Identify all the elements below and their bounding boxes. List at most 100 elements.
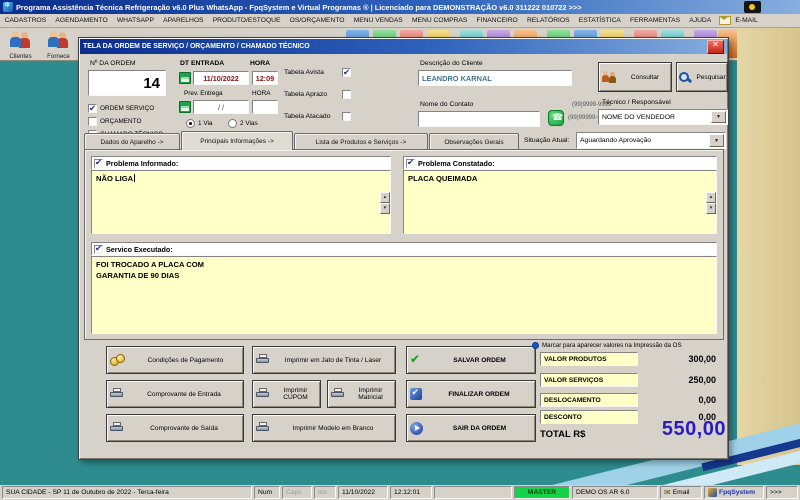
chevron-down-icon[interactable]: ▼ bbox=[711, 111, 726, 123]
menu-bar: CADASTROS AGENDAMENTO WHATSAPP APARELHOS… bbox=[0, 14, 800, 28]
valor-servicos-text: VALOR SERVIÇOS bbox=[544, 377, 603, 384]
menu-estatistica[interactable]: ESTATÍSTICA bbox=[574, 17, 625, 24]
comprovante-entrada-button[interactable]: Comprovante de Entrada bbox=[106, 380, 244, 408]
pesquisar-button[interactable]: Pesquisar bbox=[676, 62, 728, 92]
menu-agendamento[interactable]: AGENDAMENTO bbox=[51, 17, 112, 24]
prev-entrega-field[interactable]: / / bbox=[193, 100, 249, 114]
check-icon bbox=[410, 354, 423, 367]
envelope-icon: ✉ bbox=[664, 488, 671, 497]
menu-financeiro[interactable]: FINANCEIRO bbox=[472, 17, 522, 24]
hora-entrada-field[interactable]: 12:09 bbox=[252, 71, 278, 85]
tab-observacoes[interactable]: Observações Gerais bbox=[429, 133, 519, 150]
chevron-down-icon[interactable]: ▼ bbox=[709, 134, 724, 147]
status-email[interactable]: ✉Email bbox=[660, 486, 702, 499]
prev-entrega-value: / / bbox=[218, 103, 224, 112]
prev-hora-field[interactable] bbox=[252, 100, 278, 114]
problema-constatado-checkbox[interactable] bbox=[406, 159, 415, 168]
calendar-icon[interactable] bbox=[179, 72, 191, 84]
textarea-scrollbar[interactable]: ▲▼ bbox=[706, 192, 716, 214]
via1-radio[interactable] bbox=[186, 119, 195, 128]
status-more[interactable]: >>> bbox=[766, 486, 798, 499]
tab-dados-aparelho[interactable]: Dados do Aparelho -> bbox=[84, 133, 180, 150]
cliente-input[interactable]: LEANDRO KARNAL bbox=[418, 70, 572, 86]
via2-radio[interactable] bbox=[228, 119, 237, 128]
menu-produto-estoque[interactable]: PRODUTO/ESTOQUE bbox=[208, 17, 285, 24]
imprimir-cupom-button[interactable]: Imprimir CUPOM bbox=[252, 380, 321, 408]
scroll-up-icon[interactable]: ▲ bbox=[380, 192, 390, 203]
menu-menu-vendas[interactable]: MENU VENDAS bbox=[349, 17, 407, 24]
tray-icon[interactable] bbox=[744, 1, 761, 13]
tabela-atacado-checkbox[interactable] bbox=[342, 112, 351, 121]
tabela-avista-checkbox[interactable] bbox=[342, 68, 351, 77]
menu-relatorios[interactable]: RELATÓRIOS bbox=[522, 17, 574, 24]
menu-cadastros[interactable]: CADASTROS bbox=[0, 17, 51, 24]
tecnico-dropdown[interactable]: NOME DO VENDEDOR ▼ bbox=[598, 109, 728, 125]
menu-os-orcamento[interactable]: OS/ORÇAMENTO bbox=[285, 17, 349, 24]
problema-informado-checkbox[interactable] bbox=[94, 159, 103, 168]
textarea-scrollbar[interactable]: ▲▼ bbox=[380, 192, 390, 214]
situacao-value: Aguardando Aprovação bbox=[580, 137, 651, 144]
menu-ferramentas[interactable]: FERRAMENTAS bbox=[625, 17, 684, 24]
servico-executado-checkbox[interactable] bbox=[94, 245, 103, 254]
tab-label: Principais Informações -> bbox=[200, 138, 274, 145]
condicoes-pagamento-button[interactable]: Condições de Pagamento bbox=[106, 346, 244, 374]
comprovante-saida-label: Comprovante de Saída bbox=[128, 425, 240, 432]
tab-lista-produtos[interactable]: Lista de Produtos e Serviços -> bbox=[294, 133, 428, 150]
imprimir-modelo-branco-button[interactable]: Imprimir Modelo em Branco bbox=[252, 414, 396, 442]
menu-email[interactable]: E-MAIL bbox=[731, 17, 762, 24]
tabela-avista-label: Tabela Avista bbox=[284, 69, 324, 76]
toolbar-fornecedores-button[interactable]: Fornece bbox=[40, 29, 77, 59]
condicoes-pagamento-label: Condições de Pagamento bbox=[131, 357, 240, 364]
order-number-field[interactable]: 14 bbox=[88, 70, 166, 96]
finalizar-ordem-label: FINALIZAR ORDEM bbox=[426, 391, 532, 398]
problema-informado-textarea[interactable]: NÃO LIGA bbox=[91, 170, 391, 234]
order-number-label: Nº DA ORDEM bbox=[90, 60, 136, 67]
imprimir-matricial-button[interactable]: Imprimir Matricial bbox=[327, 380, 396, 408]
finalizar-ordem-button[interactable]: FINALIZAR ORDEM bbox=[406, 380, 536, 408]
scroll-down-icon[interactable]: ▼ bbox=[706, 203, 716, 214]
status-brand[interactable]: FpqSystem bbox=[704, 486, 764, 499]
dialog-titlebar[interactable]: TELA DA ORDEM DE SERVIÇO / ORÇAMENTO / C… bbox=[80, 39, 727, 54]
problema-constatado-textarea[interactable]: PLACA QUEIMADA bbox=[403, 170, 717, 234]
tab-principais-informacoes[interactable]: Principais Informações -> bbox=[181, 131, 293, 150]
total-value: 550,00 bbox=[590, 418, 726, 441]
menu-aparelhos[interactable]: APARELHOS bbox=[159, 17, 209, 24]
deslocamento-value: 0,00 bbox=[636, 395, 716, 405]
orcamento-checkbox[interactable] bbox=[88, 117, 97, 126]
consultar-button[interactable]: Consultar bbox=[598, 62, 672, 92]
desktop: Programa Assistência Técnica Refrigeraçã… bbox=[0, 0, 800, 500]
service-order-dialog: TELA DA ORDEM DE SERVIÇO / ORÇAMENTO / C… bbox=[78, 37, 729, 460]
total-label: TOTAL R$ bbox=[540, 429, 585, 440]
sair-ordem-button[interactable]: SAIR DA ORDEM bbox=[406, 414, 536, 442]
contato-input[interactable] bbox=[418, 111, 540, 127]
servico-executado-label: Servico Executado: bbox=[106, 245, 173, 254]
scroll-down-icon[interactable]: ▼ bbox=[380, 203, 390, 214]
printer-icon bbox=[331, 388, 345, 400]
scroll-up-icon[interactable]: ▲ bbox=[706, 192, 716, 203]
dialog-close-icon[interactable] bbox=[707, 40, 724, 54]
imprimir-jato-label: Imprimir em Jato de Tinta / Laser bbox=[274, 357, 392, 364]
ordem-servico-checkbox[interactable] bbox=[88, 104, 97, 113]
servico-executado-textarea[interactable]: FOI TROCADO A PLACA COM GARANTIA DE 90 D… bbox=[91, 256, 717, 334]
coins-icon bbox=[110, 354, 127, 367]
valor-servicos-value: 250,00 bbox=[636, 375, 716, 385]
whatsapp-icon[interactable] bbox=[548, 110, 564, 126]
imprimir-jato-button[interactable]: Imprimir em Jato de Tinta / Laser bbox=[252, 346, 396, 374]
deslocamento-text: DESLOCAMENTO bbox=[544, 397, 601, 404]
deslocamento-label: DESLOCAMENTO bbox=[540, 393, 638, 407]
status-email-label: Email bbox=[673, 489, 690, 496]
menu-ajuda[interactable]: AJUDA bbox=[685, 17, 716, 24]
menu-whatsapp[interactable]: WHATSAPP bbox=[112, 17, 158, 24]
valor-produtos-value: 300,00 bbox=[636, 354, 716, 364]
valores-print-radio[interactable] bbox=[532, 342, 539, 349]
printer-icon bbox=[256, 422, 270, 434]
tabela-aprazo-checkbox[interactable] bbox=[342, 90, 351, 99]
comprovante-saida-button[interactable]: Comprovante de Saída bbox=[106, 414, 244, 442]
menu-menu-compras[interactable]: MENU COMPRAS bbox=[407, 17, 472, 24]
situacao-dropdown[interactable]: Aguardando Aprovação ▼ bbox=[576, 132, 726, 149]
dt-entrada-field[interactable]: 11/10/2022 bbox=[193, 71, 249, 85]
toolbar-clientes-button[interactable]: Clientes bbox=[2, 29, 39, 59]
tecnico-label: Técnico / Responsável bbox=[602, 99, 671, 106]
salvar-ordem-button[interactable]: SALVAR ORDEM bbox=[406, 346, 536, 374]
calendar-icon[interactable] bbox=[179, 101, 191, 113]
